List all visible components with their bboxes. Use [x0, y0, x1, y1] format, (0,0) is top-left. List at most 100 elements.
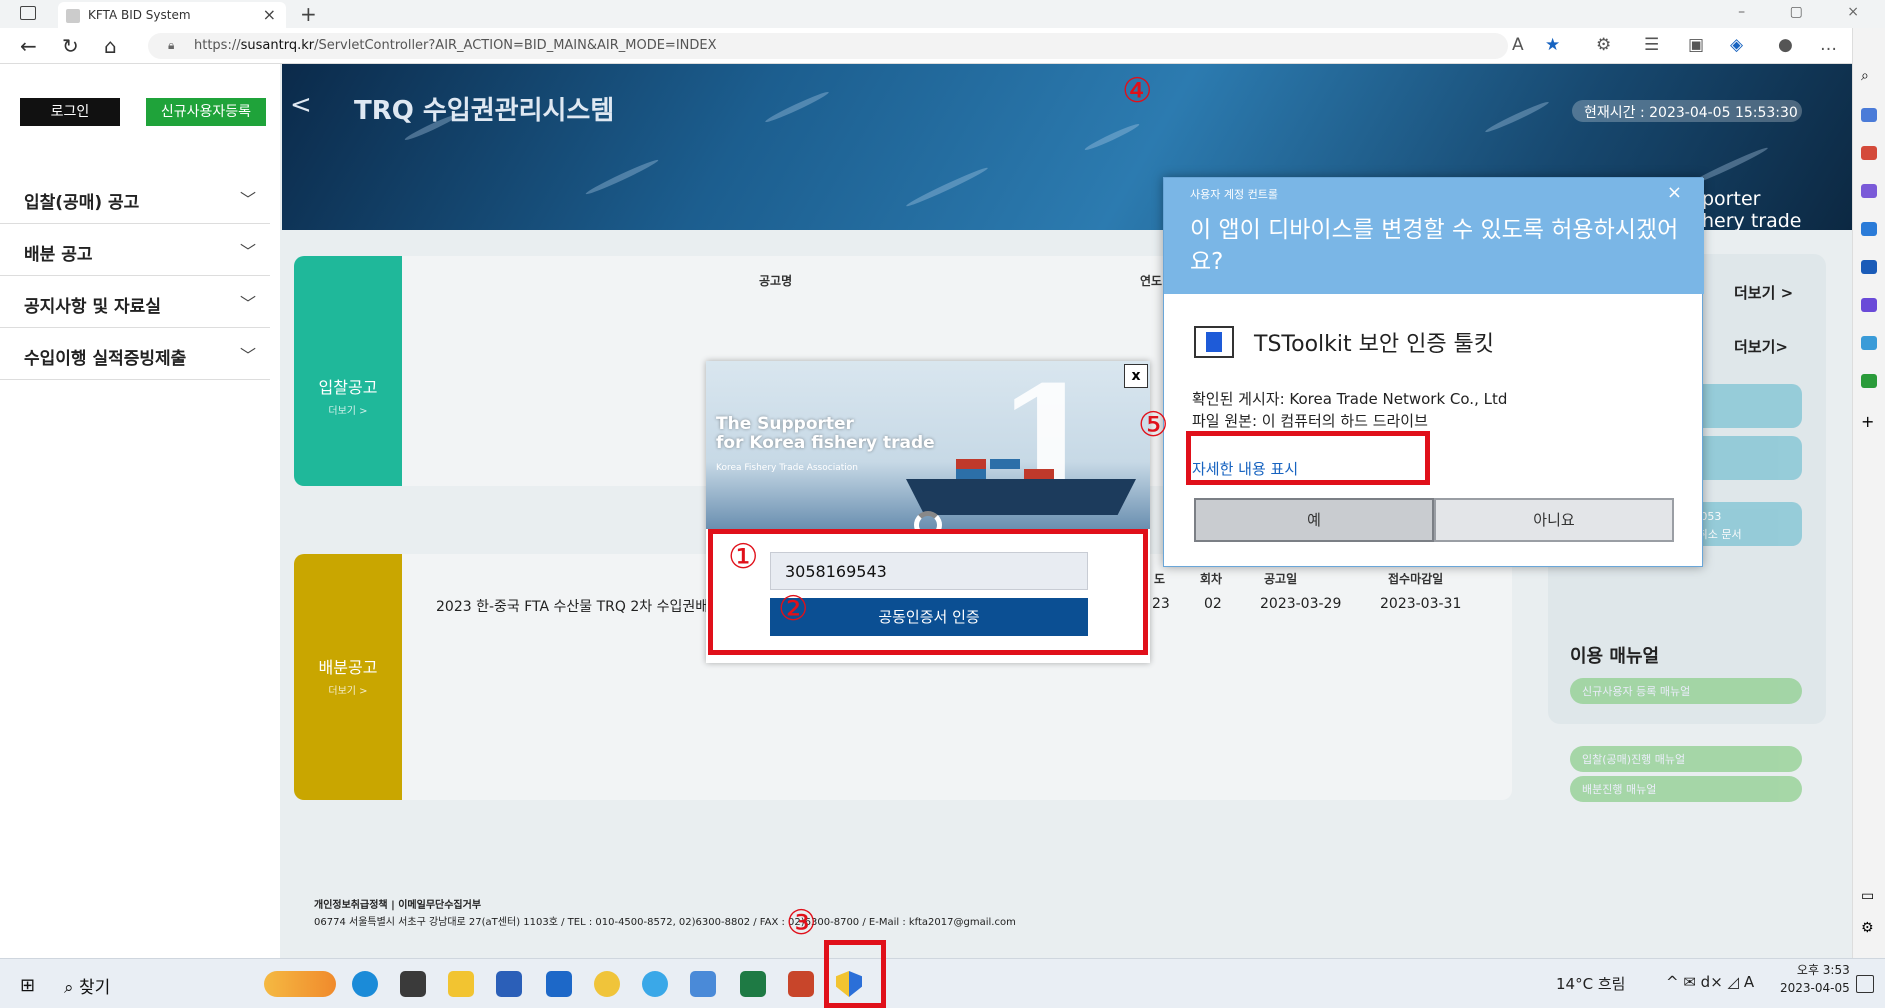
bid-notice-more[interactable]: 더보기 >	[294, 402, 402, 417]
menu-item-distribution-notice[interactable]: 배분 공고 ﹀	[0, 224, 270, 276]
add-icon[interactable]: +	[1861, 412, 1877, 431]
collections-icon[interactable]: ▣	[1688, 35, 1704, 55]
uac-dialog: 사용자 계정 컨트롤 × 이 앱이 디바이스를 변경할 수 있도록 허용하시겠어…	[1163, 177, 1704, 567]
login-button[interactable]: 로그인	[20, 98, 120, 126]
games-icon[interactable]	[1861, 184, 1877, 198]
bid-notice-label-bar[interactable]: 입찰공고 더보기 >	[294, 256, 402, 486]
panel-icon[interactable]: ▭	[1861, 888, 1877, 904]
file-explorer-icon[interactable]	[448, 971, 474, 997]
search-icon[interactable]: ⌕	[1861, 68, 1877, 84]
tree-icon[interactable]	[1861, 374, 1877, 388]
site-title[interactable]: TRQ 수입권관리시스템	[354, 90, 614, 127]
banner-prev-icon[interactable]: <	[290, 90, 312, 120]
chevron-down-icon: ﹀	[239, 190, 256, 209]
profile-icon[interactable]: ●	[1778, 35, 1793, 55]
url-path: /ServletController?AIR_ACTION=BID_MAIN&A…	[314, 38, 717, 53]
windows-start-icon[interactable]: ⊞	[20, 975, 35, 996]
mail-icon[interactable]	[546, 971, 572, 997]
row-year: 23	[1152, 596, 1170, 612]
annotation-number-5: ⑤	[1138, 405, 1169, 445]
menu-item-label: 배분 공고	[24, 245, 93, 265]
menu-item-label: 입찰(공매) 공고	[24, 193, 140, 213]
annotation-box-taskbar	[824, 940, 886, 1008]
banner-slogan-line2: hery trade	[1702, 210, 1802, 230]
edge-icon[interactable]	[352, 971, 378, 997]
outlook-icon[interactable]	[1861, 260, 1877, 274]
clock-date: 2023-04-05	[1780, 981, 1850, 995]
read-aloud-icon[interactable]: A	[1512, 35, 1524, 55]
favorites-icon[interactable]: ☰	[1644, 35, 1659, 55]
new-tab-button[interactable]: +	[300, 2, 317, 26]
remote-desktop-icon[interactable]	[690, 971, 716, 997]
excel-icon[interactable]	[740, 971, 766, 997]
current-time: 현재시간 : 2023-04-05 15:53:30	[1572, 100, 1802, 122]
more-link-1[interactable]: 더보기 >	[1734, 282, 1793, 303]
popup-banner-image: 1 The Supporter for Korea fishery trade …	[706, 361, 1150, 529]
browser-tab-bar: KFTA BID System × + – ▢ ×	[0, 0, 1885, 28]
chevron-down-icon: ﹀	[239, 346, 256, 365]
tab-title: KFTA BID System	[88, 8, 191, 22]
snipping-tool-icon[interactable]	[400, 971, 426, 997]
office-icon[interactable]	[1861, 222, 1877, 236]
popup-close-button[interactable]: x	[1124, 364, 1148, 388]
taskbar-clock[interactable]: 오후 3:53 2023-04-05	[1780, 961, 1850, 997]
refresh-icon[interactable]: ↻	[62, 34, 79, 58]
tab-close-icon[interactable]: ×	[263, 5, 276, 24]
more-menu-icon[interactable]: …	[1820, 35, 1837, 55]
address-bar-row: ← ↻ ⌂ 🔒︎ https://susantrq.kr/ServletCont…	[0, 28, 1885, 64]
extensions-icon[interactable]: ⚙	[1596, 35, 1611, 55]
menu-item-bid-notice[interactable]: 입찰(공매) 공고 ﹀	[0, 172, 270, 224]
powerpoint-icon[interactable]	[788, 971, 814, 997]
popup-slogan: The Supporter for Korea fishery trade	[716, 414, 935, 453]
uac-yes-button[interactable]: 예	[1194, 498, 1434, 542]
ship-illustration	[906, 479, 1136, 515]
weather-widget[interactable]: 14°C 흐림	[1556, 973, 1625, 994]
popup-association: Korea Fishery Trade Association	[716, 463, 858, 473]
bid-notice-label: 입찰공고	[318, 378, 378, 397]
tools-icon[interactable]	[1861, 146, 1877, 160]
distribution-label-bar[interactable]: 배분공고 더보기 >	[294, 554, 402, 800]
footer-address: 06774 서울특별시 서초구 강남대로 27(aT센터) 1103호 / TE…	[314, 917, 1016, 928]
browser-essentials-icon[interactable]: ◈	[1730, 35, 1743, 55]
shopping-icon[interactable]	[1861, 108, 1877, 122]
system-tray[interactable]: ^ ✉ d× ◿ A	[1666, 973, 1754, 991]
header-round: 회차	[1200, 572, 1223, 586]
taskbar-search[interactable]: ⌕ 찾기	[64, 973, 110, 998]
browser-tab[interactable]: KFTA BID System ×	[58, 2, 286, 28]
menu-item-notices-resources[interactable]: 공지사항 및 자료실 ﹀	[0, 276, 270, 328]
settings-icon[interactable]: ⚙	[1861, 920, 1877, 936]
manual-item[interactable]: 신규사용자 등록 매뉴얼	[1570, 678, 1802, 704]
uac-close-icon[interactable]: ×	[1667, 182, 1682, 203]
search-highlight-icon[interactable]	[264, 971, 336, 997]
distribution-more[interactable]: 더보기 >	[294, 682, 402, 697]
footer-links[interactable]: 개인정보취급정책 | 이메일무단수집거부	[314, 896, 481, 911]
store-icon[interactable]	[496, 971, 522, 997]
chat-icon[interactable]	[594, 971, 620, 997]
manual-item[interactable]: 입찰(공매)진행 매뉴얼	[1570, 746, 1802, 772]
menu-item-import-proof[interactable]: 수입이행 실적증빙제출 ﹀	[0, 328, 270, 380]
designer-icon[interactable]	[1861, 298, 1877, 312]
register-button[interactable]: 신규사용자등록	[146, 98, 266, 126]
web-page: 로그인 신규사용자등록 입찰(공매) 공고 ﹀ 배분 공고 ﹀ 공지사항 및 자…	[0, 64, 1852, 958]
uac-no-button[interactable]: 아니요	[1434, 498, 1674, 542]
header-year: 도	[1154, 572, 1166, 586]
window-controls[interactable]: – ▢ ×	[1738, 4, 1879, 20]
manual-title: 이용 매뉴얼	[1570, 646, 1660, 667]
left-menu: 로그인 신규사용자등록 입찰(공매) 공고 ﹀ 배분 공고 ﹀ 공지사항 및 자…	[0, 64, 280, 958]
sidebar-toggle-icon[interactable]	[20, 6, 36, 20]
send-icon[interactable]	[1861, 336, 1877, 350]
home-icon[interactable]: ⌂	[104, 34, 117, 58]
browser-edge-sidebar: ⌕ + ▭ ⚙	[1852, 28, 1885, 958]
manual-item[interactable]: 배분진행 매뉴얼	[1570, 776, 1802, 802]
notifications-icon[interactable]	[1856, 975, 1874, 993]
url-field[interactable]: 🔒︎ https://susantrq.kr/ServletController…	[148, 33, 1508, 59]
app-icon	[1194, 326, 1234, 358]
taskbar-search-label: 찾기	[78, 978, 111, 998]
uac-title: 사용자 계정 컨트롤	[1190, 188, 1278, 201]
favorite-star-icon[interactable]: ★	[1545, 35, 1560, 55]
internet-explorer-icon[interactable]	[642, 971, 668, 997]
header-notice-name: 공고명	[759, 274, 793, 288]
more-link-2[interactable]: 더보기>	[1734, 336, 1788, 357]
back-icon[interactable]: ←	[20, 34, 37, 58]
row-name[interactable]: 2023 한-중국 FTA 수산물 TRQ 2차 수입권배분	[436, 596, 721, 616]
